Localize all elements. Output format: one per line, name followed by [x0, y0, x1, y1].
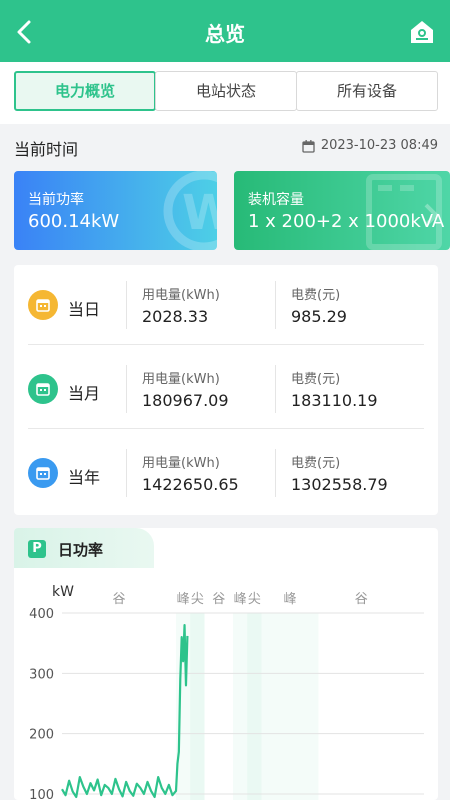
daily-power-panel: P 日功率 谷峰尖谷峰尖峰谷 kW 100 200 300 400 — [14, 528, 438, 800]
y-axis-label: kW — [52, 584, 74, 600]
period-band — [233, 613, 248, 800]
home-icon[interactable] — [408, 18, 436, 46]
period-label: 尖 — [191, 592, 204, 607]
stat-row-month: 当月 用电量(kWh) 180967.09 电费(元) 183110.19 — [14, 349, 438, 429]
stat-row-day: 当日 用电量(kWh) 2028.33 电费(元) 985.29 — [14, 265, 438, 345]
fee-value: 183110.19 — [291, 391, 378, 410]
daily-power-header: P 日功率 — [14, 528, 154, 568]
stat-period: 当年 — [68, 468, 101, 487]
period-label: 谷 — [212, 592, 225, 607]
calendar-icon — [302, 140, 315, 153]
installed-capacity-label: 装机容量 — [248, 192, 304, 208]
fee-value: 1302558.79 — [291, 475, 388, 494]
usage-value: 2028.33 — [142, 307, 209, 326]
period-band — [247, 613, 262, 800]
period-label: 峰 — [177, 592, 190, 607]
period-label: 谷 — [355, 592, 368, 607]
tab-bar: 电力概览 电站状态 所有设备 — [0, 62, 450, 124]
stat-row-year: 当年 用电量(kWh) 1422650.65 电费(元) 1302558.79 — [14, 433, 438, 513]
y-tick-label: 200 — [29, 728, 54, 743]
installed-capacity-value: 1 x 200+2 x 1000kVA — [248, 211, 445, 232]
power-series-line — [61, 623, 189, 799]
usage-label: 用电量(kWh) — [142, 288, 220, 303]
calendar-month-icon — [28, 374, 58, 404]
stat-period: 当月 — [68, 384, 101, 403]
fee-label: 电费(元) — [291, 456, 341, 471]
usage-label: 用电量(kWh) — [142, 372, 220, 387]
tab-station-status[interactable]: 电站状态 — [155, 71, 297, 111]
period-label: 峰 — [234, 592, 247, 607]
power-p-icon: P — [28, 540, 46, 558]
period-label: 谷 — [112, 592, 125, 607]
daily-power-title: 日功率 — [58, 541, 104, 559]
fee-label: 电费(元) — [291, 288, 341, 303]
y-tick-label: 400 — [29, 607, 54, 622]
y-tick-label: 100 — [29, 788, 54, 800]
top-bar: 总览 — [0, 0, 450, 62]
calendar-year-icon — [28, 458, 58, 488]
tab-power-overview[interactable]: 电力概览 — [14, 71, 156, 111]
period-band — [261, 613, 319, 800]
installed-capacity-card: 装机容量 1 x 200+2 x 1000kVA — [234, 171, 450, 250]
current-time-row: 当前时间 2023-10-23 08:49 — [14, 136, 438, 160]
current-power-value: 600.14kW — [28, 211, 120, 232]
watt-watermark-icon: W — [163, 171, 217, 250]
page-title: 总览 — [205, 22, 245, 46]
usage-label: 用电量(kWh) — [142, 456, 220, 471]
tab-all-devices[interactable]: 所有设备 — [296, 71, 438, 111]
consumption-panel: 当日 用电量(kWh) 2028.33 电费(元) 985.29 当月 用电量(… — [14, 265, 438, 515]
fee-label: 电费(元) — [291, 372, 341, 387]
current-power-label: 当前功率 — [28, 192, 84, 208]
period-label: 峰 — [283, 592, 296, 607]
period-label: 尖 — [248, 592, 261, 607]
y-tick-label: 300 — [29, 667, 54, 682]
stat-period: 当日 — [68, 300, 101, 319]
calendar-day-icon — [28, 290, 58, 320]
svg-text:W: W — [182, 185, 217, 241]
usage-value: 1422650.65 — [142, 475, 239, 494]
current-time-label: 当前时间 — [14, 140, 79, 159]
current-time-value: 2023-10-23 08:49 — [320, 138, 438, 153]
period-band — [190, 613, 205, 800]
current-power-card: W 当前功率 600.14kW — [14, 171, 217, 250]
daily-power-chart[interactable]: 谷峰尖谷峰尖峰谷kW100200300400 — [14, 568, 438, 800]
usage-value: 180967.09 — [142, 391, 229, 410]
fee-value: 985.29 — [291, 307, 347, 326]
